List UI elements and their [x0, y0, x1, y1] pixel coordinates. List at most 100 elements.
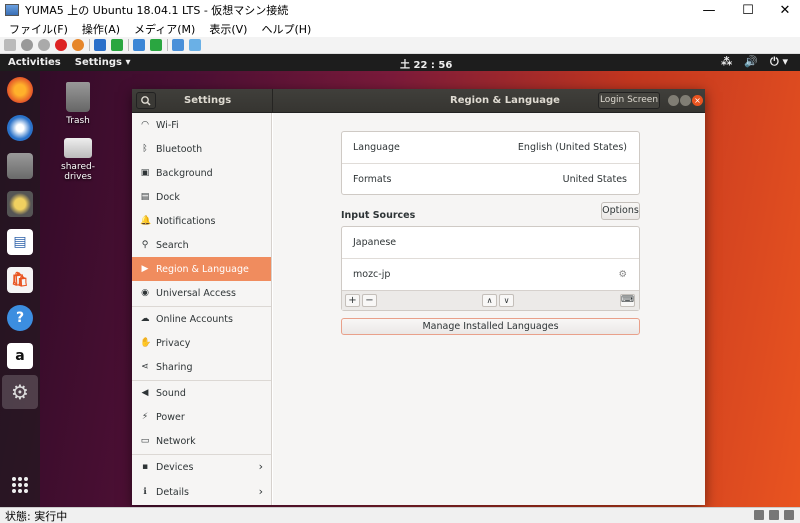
host-title-bar: YUMA5 上の Ubuntu 18.04.1 LTS - 仮想マシン接続 — … [0, 0, 800, 20]
start-icon[interactable] [21, 39, 33, 51]
app-menu[interactable]: Settings ▾ [75, 57, 131, 68]
power-icon[interactable]: ⏻ ▾ [770, 55, 788, 69]
sidebar-item-sound[interactable]: ◀ Sound [132, 381, 271, 405]
network-icon[interactable]: ⁂ [721, 55, 732, 69]
region-language-panel: Language English (United States) Formats… [273, 113, 705, 505]
options-button[interactable]: Options [601, 202, 640, 220]
dock: ▤ 🛍 ? a ⚙ [0, 71, 40, 507]
files-icon[interactable] [7, 153, 33, 179]
add-input-source-button[interactable]: + [345, 294, 360, 307]
show-keyboard-layout-button[interactable]: ⌨ [620, 294, 635, 307]
dock-icon: ▤ [140, 192, 150, 202]
sidebar-item-power[interactable]: ⚡ Power [132, 405, 271, 429]
sidebar-search-button[interactable] [136, 92, 156, 109]
activities-button[interactable]: Activities [8, 57, 61, 68]
background-icon: ▣ [140, 168, 150, 178]
save-state-icon[interactable] [72, 39, 84, 51]
sidebar-item-search[interactable]: ⚲ Search [132, 233, 271, 257]
input-source-label: mozc-jp [353, 269, 391, 280]
settings-title: Settings [184, 95, 232, 106]
vm-status-text: 状態: 実行中 [5, 509, 68, 523]
input-source-settings-icon[interactable]: ⚙ [618, 269, 627, 280]
wifi-icon: ◠ [141, 120, 149, 130]
sidebar-item-region-language[interactable]: ▶ Region & Language [132, 257, 271, 281]
gnome-top-bar: Activities Settings ▾ 土 22 : 56 ⁂ 🔊 ⏻ ▾ [0, 54, 800, 71]
system-tray[interactable]: ⁂ 🔊 ⏻ ▾ [709, 55, 788, 69]
formats-row[interactable]: Formats United States [342, 164, 639, 195]
chevron-right-icon: › [258, 460, 263, 473]
turn-off-icon[interactable] [38, 39, 50, 51]
trash-label: Trash [66, 116, 90, 126]
host-menu-bar: ファイル(F) 操作(A) メディア(M) 表示(V) ヘルプ(H) [0, 20, 800, 37]
thunderbird-icon[interactable] [7, 115, 33, 141]
sidebar-item-sharing[interactable]: ⋖ Sharing [132, 355, 271, 379]
sidebar-item-dock[interactable]: ▤ Dock [132, 185, 271, 209]
power-icon: ⚡ [141, 412, 149, 422]
share-icon[interactable] [189, 39, 201, 51]
chevron-right-icon: › [258, 485, 263, 498]
sidebar-item-details[interactable]: ℹ Details › [132, 480, 271, 504]
menu-file[interactable]: ファイル(F) [9, 21, 68, 37]
help-icon[interactable]: ? [7, 305, 33, 331]
region-icon: ▶ [141, 264, 149, 274]
privacy-icon: ✋ [140, 338, 152, 348]
shared-drives-label: shared- drives [61, 162, 95, 182]
clock[interactable]: 土 22 : 56 [400, 56, 452, 71]
trash-desktop-icon[interactable]: Trash [48, 82, 108, 126]
enhanced-session-icon[interactable] [172, 39, 184, 51]
sidebar-item-online-accounts[interactable]: ☁ Online Accounts [132, 307, 271, 331]
resume-icon[interactable] [111, 39, 123, 51]
amazon-icon[interactable]: a [7, 343, 33, 369]
firefox-icon[interactable] [7, 77, 33, 103]
notifications-icon: 🔔 [140, 216, 152, 226]
sidebar-item-devices[interactable]: ▪ Devices › [132, 455, 271, 479]
trash-icon [66, 82, 90, 112]
universal-access-icon: ◉ [141, 288, 149, 298]
remove-input-source-button[interactable]: − [362, 294, 377, 307]
ctrl-alt-del-icon[interactable] [4, 39, 16, 51]
host-window-title: YUMA5 上の Ubuntu 18.04.1 LTS - 仮想マシン接続 [25, 4, 289, 17]
bluetooth-icon: ᛒ [142, 144, 148, 154]
window-maximize-button[interactable] [680, 95, 691, 106]
checkpoint-icon[interactable] [133, 39, 145, 51]
language-value: English (United States) [517, 142, 627, 153]
writer-icon[interactable]: ▤ [7, 229, 33, 255]
shared-drives-desktop-icon[interactable]: shared- drives [48, 138, 108, 182]
rhythmbox-icon[interactable] [7, 191, 33, 217]
window-minimize-button[interactable] [668, 95, 679, 106]
menu-view[interactable]: 表示(V) [209, 21, 247, 37]
sidebar-item-notifications[interactable]: 🔔 Notifications [132, 209, 271, 233]
sidebar-item-universal-access[interactable]: ◉ Universal Access [132, 281, 271, 305]
sound-icon: ◀ [141, 388, 149, 398]
menu-help[interactable]: ヘルプ(H) [261, 21, 311, 37]
software-icon[interactable]: 🛍 [7, 267, 33, 293]
menu-media[interactable]: メディア(M) [134, 21, 195, 37]
sidebar-item-background[interactable]: ▣ Background [132, 161, 271, 185]
volume-icon[interactable]: 🔊 [744, 55, 758, 69]
shutdown-icon[interactable] [55, 39, 67, 51]
manage-installed-languages-button[interactable]: Manage Installed Languages [341, 318, 640, 335]
input-source-row[interactable]: mozc-jp ⚙ [342, 259, 639, 290]
revert-icon[interactable] [150, 39, 162, 51]
network-icon: ▭ [140, 436, 150, 446]
move-up-button[interactable]: ∧ [482, 294, 497, 307]
host-toolbar [0, 37, 800, 54]
sidebar-item-bluetooth[interactable]: ᛒ Bluetooth [132, 137, 271, 161]
keyboard-status-icon [754, 510, 764, 520]
input-sources-heading: Input Sources [341, 210, 416, 221]
sidebar-item-privacy[interactable]: ✋ Privacy [132, 331, 271, 355]
menu-action[interactable]: 操作(A) [82, 21, 120, 37]
move-down-button[interactable]: ∨ [499, 294, 514, 307]
sidebar-item-wifi[interactable]: ◠ Wi-Fi [132, 113, 271, 137]
language-row[interactable]: Language English (United States) [342, 132, 639, 163]
settings-dock-item[interactable]: ⚙ [2, 375, 38, 409]
settings-sidebar: ◠ Wi-Fi ᛒ Bluetooth ▣ Background ▤ Dock 🔔 Not… [132, 113, 272, 505]
window-close-button[interactable]: × [692, 95, 703, 106]
sidebar-item-network[interactable]: ▭ Network [132, 429, 271, 453]
drive-icon [64, 138, 92, 158]
close-button[interactable]: ✕ [762, 0, 800, 20]
login-screen-button[interactable]: Login Screen [598, 92, 660, 109]
show-applications-icon[interactable] [12, 477, 28, 493]
pause-icon[interactable] [94, 39, 106, 51]
input-source-row[interactable]: Japanese [342, 227, 639, 258]
